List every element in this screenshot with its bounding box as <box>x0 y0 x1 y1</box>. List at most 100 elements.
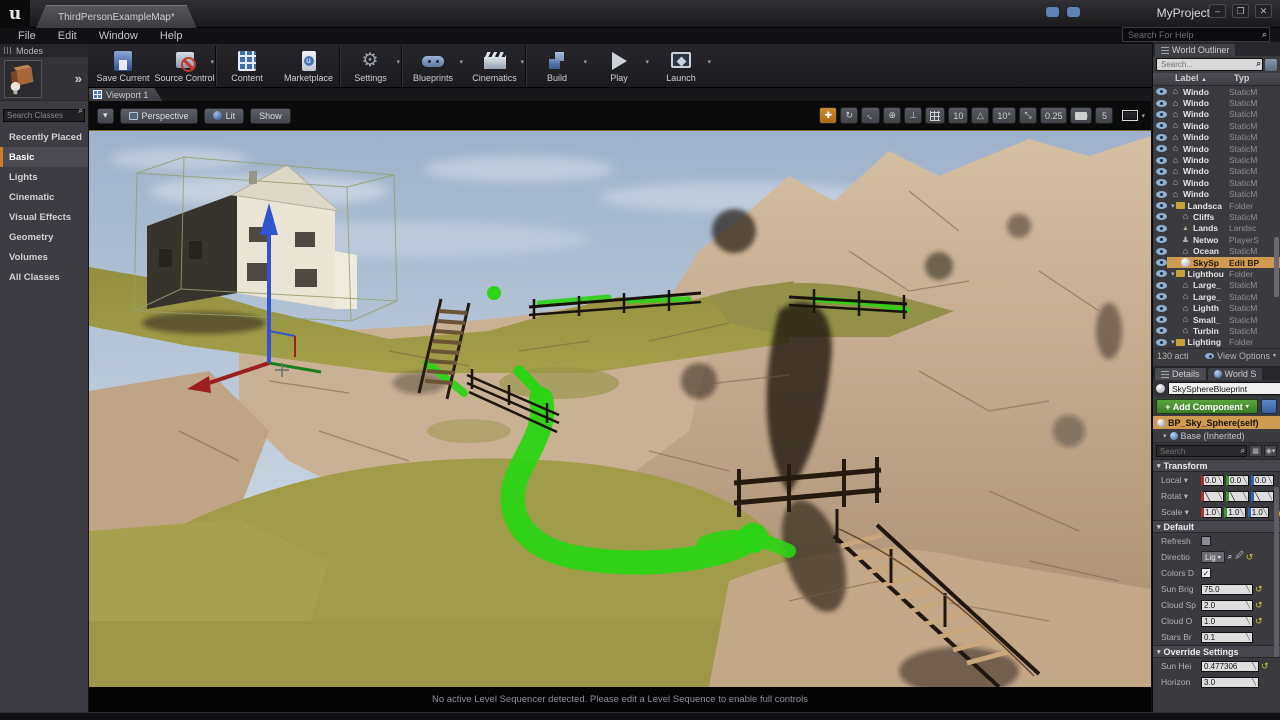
reset-icon[interactable]: ↺ <box>1255 600 1263 611</box>
stars-brightness-field[interactable]: 0.1╲ <box>1201 632 1253 643</box>
colors-checkbox[interactable]: ✓ <box>1201 568 1211 578</box>
feedback-icon[interactable] <box>1046 7 1059 17</box>
rotation-z-field[interactable]: ╲╲ <box>1251 491 1274 502</box>
visibility-eye-icon[interactable] <box>1156 191 1167 198</box>
place-mode-thumbnail[interactable] <box>4 60 42 98</box>
outliner-row[interactable]: ▾ Windo StaticM <box>1153 97 1280 108</box>
details-scrollbar[interactable] <box>1274 487 1279 657</box>
chevron-down-icon[interactable]: ▾ <box>210 58 214 66</box>
toolbar-button[interactable]: Content ▾ <box>216 46 278 86</box>
menu-item[interactable]: Edit <box>48 30 87 42</box>
outliner-row[interactable]: ▾ SkySp Edit BP <box>1153 257 1280 268</box>
minimize-button[interactable]: – <box>1209 4 1226 18</box>
viewport-layout-button[interactable]: ▾ <box>1122 110 1145 121</box>
visibility-eye-icon[interactable] <box>1156 202 1167 209</box>
component-row-base[interactable]: ▾ Base (Inherited) <box>1153 429 1280 442</box>
outliner-row[interactable]: ▾ Windo StaticM <box>1153 132 1280 143</box>
maximize-button[interactable]: ❐ <box>1232 4 1249 18</box>
outliner-row[interactable]: ▾ Lands Landsc <box>1153 223 1280 234</box>
scale-y-field[interactable]: 1.0╲ <box>1224 507 1245 518</box>
viewport-scene[interactable] <box>89 131 1151 687</box>
visibility-eye-icon[interactable] <box>1156 134 1167 141</box>
menu-item[interactable]: Help <box>150 30 193 42</box>
outliner-row[interactable]: ▾ Windo StaticM <box>1153 189 1280 200</box>
move-tool-button[interactable]: ✚ <box>819 107 837 124</box>
visibility-eye-icon[interactable] <box>1156 236 1167 243</box>
outliner-row[interactable]: ▾ Netwo PlayerS <box>1153 234 1280 245</box>
chevron-down-icon[interactable]: ▾ <box>583 58 587 66</box>
outliner-row[interactable]: ▾ Lighthou Folder <box>1153 268 1280 279</box>
toolbar-button[interactable]: Launch ▾ <box>650 46 712 86</box>
outliner-row[interactable]: ▾ Windo StaticM <box>1153 109 1280 120</box>
expander-icon[interactable]: ▾ <box>1171 270 1175 278</box>
world-outliner-tab[interactable]: World Outliner <box>1155 44 1235 56</box>
add-component-button[interactable]: + Add Component▾ <box>1156 399 1258 414</box>
visibility-eye-icon[interactable] <box>1156 259 1167 266</box>
search-classes-input[interactable] <box>3 109 85 122</box>
expander-icon[interactable]: ▾ <box>1171 338 1175 346</box>
camera-speed-value[interactable]: 5 <box>1095 107 1113 124</box>
outliner-row[interactable]: ▾ Windo StaticM <box>1153 86 1280 97</box>
property-matrix-icon[interactable]: ▦ <box>1249 445 1262 457</box>
modes-panel-header[interactable]: Modes <box>0 44 88 57</box>
toolbar-button[interactable]: Build ▾ <box>526 46 588 86</box>
outliner-row[interactable]: ▾ Cliffs StaticM <box>1153 211 1280 222</box>
visibility-eye-icon[interactable] <box>1156 100 1167 107</box>
outliner-scrollbar[interactable] <box>1274 237 1279 297</box>
visibility-eye-icon[interactable] <box>1156 122 1167 129</box>
location-y-field[interactable]: 0.0╲ <box>1226 475 1249 486</box>
filter-icon[interactable] <box>1265 59 1277 71</box>
visibility-eye-icon[interactable] <box>1156 339 1167 346</box>
world-settings-tab[interactable]: World S <box>1208 368 1263 380</box>
mode-category-item[interactable]: Geometry <box>0 227 88 247</box>
actor-name-field[interactable] <box>1168 382 1280 395</box>
bug-report-icon[interactable] <box>1067 7 1080 17</box>
viewport-options-button[interactable]: ▾ <box>97 108 114 124</box>
outliner-row[interactable]: ▾ Windo StaticM <box>1153 154 1280 165</box>
expander-icon[interactable]: ▾ <box>1171 202 1175 210</box>
outliner-row[interactable]: ▾ Windo StaticM <box>1153 177 1280 188</box>
outliner-row[interactable]: ▾ Lighth StaticM <box>1153 302 1280 313</box>
camera-speed-button[interactable] <box>1070 107 1092 124</box>
reset-icon[interactable]: ↺ <box>1246 552 1254 563</box>
reset-icon[interactable]: ↺ <box>1255 616 1263 627</box>
chevron-down-icon[interactable]: ▾ <box>459 58 463 66</box>
outliner-row[interactable]: ▾ Ocean StaticM <box>1153 245 1280 256</box>
toolbar-button[interactable]: Settings ▾ <box>340 46 402 86</box>
mode-category-item[interactable]: Volumes <box>0 247 88 267</box>
scale-z-field[interactable]: 1.0╲ <box>1248 507 1269 518</box>
expander-icon[interactable]: ▾ <box>1163 432 1167 440</box>
visibility-eye-icon[interactable] <box>1156 270 1167 277</box>
mode-category-item[interactable]: Basic <box>0 147 88 167</box>
mode-category-item[interactable]: All Classes <box>0 267 88 287</box>
outliner-row[interactable]: ▾ Windo StaticM <box>1153 166 1280 177</box>
cloud-speed-field[interactable]: 2.0╲ <box>1201 600 1253 611</box>
browse-icon[interactable] <box>1228 552 1232 562</box>
details-search-input[interactable] <box>1156 445 1247 457</box>
toolbar-button[interactable]: Cinematics ▾ <box>464 46 526 86</box>
outliner-row[interactable]: ▾ Large_ StaticM <box>1153 291 1280 302</box>
help-search-input[interactable] <box>1122 27 1270 42</box>
toolbar-button[interactable]: Blueprints ▾ <box>402 46 464 86</box>
toolbar-button[interactable]: Save Current ▾ <box>92 46 154 86</box>
section-default[interactable]: ▾Default <box>1153 520 1280 533</box>
visibility-eye-icon[interactable] <box>1156 179 1167 186</box>
chevron-down-icon[interactable]: ▾ <box>645 58 649 66</box>
toolbar-button[interactable]: Source Control ▾ <box>154 46 216 86</box>
details-tab[interactable]: Details <box>1155 368 1206 380</box>
component-row-self[interactable]: BP_Sky_Sphere(self) <box>1153 416 1280 429</box>
surface-snap-button[interactable]: ⊥ <box>904 107 922 124</box>
world-local-toggle-button[interactable]: ⊕ <box>883 107 901 124</box>
edit-blueprint-button[interactable] <box>1261 399 1277 414</box>
visibility-eye-icon[interactable] <box>1156 248 1167 255</box>
chevron-down-icon[interactable]: ▾ <box>520 58 524 66</box>
outliner-row[interactable]: ▾ Large_ StaticM <box>1153 280 1280 291</box>
visibility-eye-icon[interactable] <box>1156 282 1167 289</box>
menu-item[interactable]: Window <box>89 30 148 42</box>
reset-icon[interactable]: ↺ <box>1255 584 1263 595</box>
close-button[interactable]: ✕ <box>1255 4 1272 18</box>
sun-brightness-field[interactable]: 75.0╲ <box>1201 584 1253 595</box>
visibility-eye-icon[interactable] <box>1156 316 1167 323</box>
show-button[interactable]: Show <box>250 108 291 124</box>
outliner-column-header[interactable]: Label ▲ Typ <box>1153 73 1280 86</box>
